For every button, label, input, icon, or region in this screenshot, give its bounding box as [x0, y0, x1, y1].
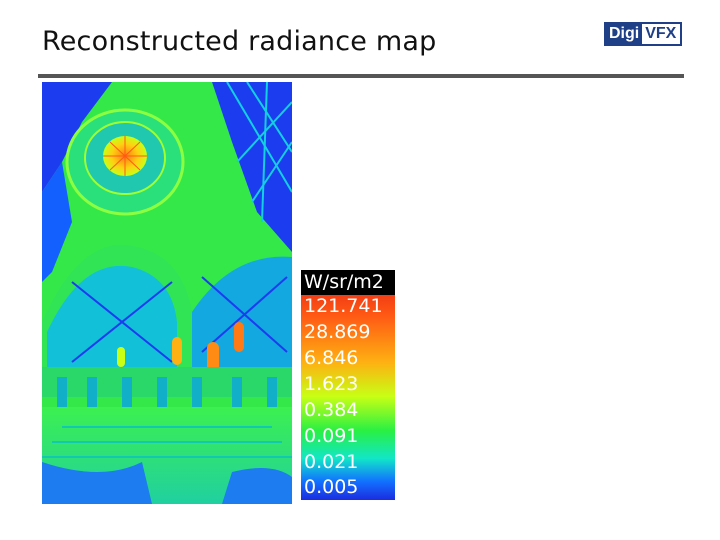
legend-value: 0.091 [304, 425, 359, 447]
radiance-map-image [42, 82, 292, 504]
legend-value: 0.384 [304, 399, 359, 421]
legend-value: 28.869 [304, 321, 371, 343]
radiance-color-legend: W/sr/m2 121.741 28.869 6.846 1.623 0.384… [301, 270, 395, 500]
title-underline [38, 74, 684, 78]
legend-value: 121.741 [304, 295, 383, 317]
legend-value: 6.846 [304, 347, 359, 369]
logo-part-digi: Digi [606, 24, 643, 44]
digivfx-logo: Digi VFX [604, 22, 682, 46]
legend-value: 1.623 [304, 373, 359, 395]
legend-unit-label: W/sr/m2 [301, 270, 395, 295]
slide-title: Reconstructed radiance map [42, 26, 437, 57]
legend-value: 0.005 [304, 476, 359, 498]
logo-part-vfx: VFX [642, 24, 680, 44]
legend-value: 0.021 [304, 451, 359, 473]
